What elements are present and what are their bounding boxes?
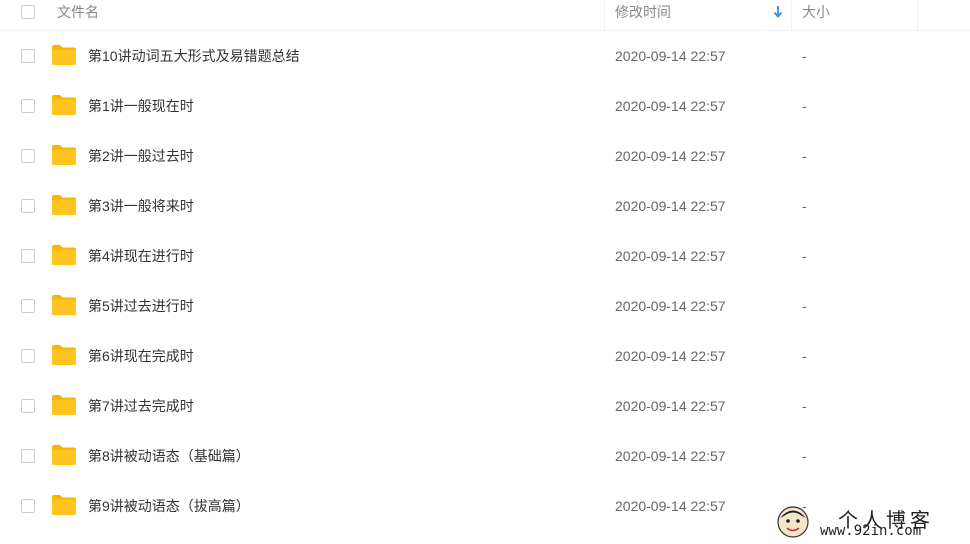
file-modified-time: 2020-09-14 22:57 (615, 98, 726, 114)
column-header-size[interactable]: 大小 (802, 0, 830, 30)
file-modified-time: 2020-09-14 22:57 (615, 248, 726, 264)
file-size: - (802, 148, 807, 164)
column-header-name[interactable]: 文件名 (57, 0, 99, 30)
folder-icon (52, 245, 76, 265)
file-name[interactable]: 第9讲被动语态（拔高篇） (88, 481, 250, 531)
file-row[interactable]: 第10讲动词五大形式及易错题总结 2020-09-14 22:57 - (0, 31, 970, 81)
column-header-modified[interactable]: 修改时间 (615, 0, 671, 30)
file-row[interactable]: 第4讲现在进行时 2020-09-14 22:57 - (0, 231, 970, 281)
folder-icon (52, 195, 76, 215)
watermark-url: www.92in.com (820, 523, 922, 539)
file-row[interactable]: 第5讲过去进行时 2020-09-14 22:57 - (0, 281, 970, 331)
file-name[interactable]: 第7讲过去完成时 (88, 381, 194, 431)
file-row[interactable]: 第6讲现在完成时 2020-09-14 22:57 - (0, 331, 970, 381)
folder-icon (52, 145, 76, 165)
file-row[interactable]: 第7讲过去完成时 2020-09-14 22:57 - (0, 381, 970, 431)
file-row[interactable]: 第1讲一般现在时 2020-09-14 22:57 - (0, 81, 970, 131)
row-checkbox[interactable] (21, 449, 35, 463)
arrow-down-icon[interactable] (772, 4, 784, 20)
file-name[interactable]: 第10讲动词五大形式及易错题总结 (88, 31, 300, 81)
file-name[interactable]: 第3讲一般将来时 (88, 181, 194, 231)
file-name[interactable]: 第6讲现在完成时 (88, 331, 194, 381)
file-size: - (802, 398, 807, 414)
file-name[interactable]: 第2讲一般过去时 (88, 131, 194, 181)
file-modified-time: 2020-09-14 22:57 (615, 398, 726, 414)
file-size: - (802, 298, 807, 314)
folder-icon (52, 495, 76, 515)
row-checkbox[interactable] (21, 149, 35, 163)
select-all-checkbox[interactable] (21, 5, 35, 19)
folder-icon (52, 395, 76, 415)
file-modified-time: 2020-09-14 22:57 (615, 198, 726, 214)
row-checkbox[interactable] (21, 499, 35, 513)
row-checkbox[interactable] (21, 99, 35, 113)
folder-icon (52, 45, 76, 65)
file-row[interactable]: 第3讲一般将来时 2020-09-14 22:57 - (0, 181, 970, 231)
column-divider (604, 0, 605, 30)
row-checkbox[interactable] (21, 399, 35, 413)
file-modified-time: 2020-09-14 22:57 (615, 48, 726, 64)
file-name[interactable]: 第5讲过去进行时 (88, 281, 194, 331)
folder-icon (52, 295, 76, 315)
file-name[interactable]: 第4讲现在进行时 (88, 231, 194, 281)
file-modified-time: 2020-09-14 22:57 (615, 298, 726, 314)
file-list-view: 文件名 修改时间 大小 第10讲动词五大形式及易错题总结 2020-09-14 2… (0, 0, 970, 544)
folder-icon (52, 95, 76, 115)
file-list-header: 文件名 修改时间 大小 (0, 0, 970, 31)
column-divider (917, 0, 918, 30)
file-size: - (802, 198, 807, 214)
file-size: - (802, 348, 807, 364)
row-checkbox[interactable] (21, 249, 35, 263)
file-row[interactable]: 第2讲一般过去时 2020-09-14 22:57 - (0, 131, 970, 181)
file-name[interactable]: 第8讲被动语态（基础篇） (88, 431, 250, 481)
file-modified-time: 2020-09-14 22:57 (615, 348, 726, 364)
folder-icon (52, 445, 76, 465)
file-modified-time: 2020-09-14 22:57 (615, 448, 726, 464)
row-checkbox[interactable] (21, 299, 35, 313)
file-size: - (802, 48, 807, 64)
column-divider (791, 0, 792, 30)
blog-logo-icon (777, 506, 809, 538)
file-modified-time: 2020-09-14 22:57 (615, 148, 726, 164)
file-name[interactable]: 第1讲一般现在时 (88, 81, 194, 131)
file-row[interactable]: 第8讲被动语态（基础篇） 2020-09-14 22:57 - (0, 431, 970, 481)
row-checkbox[interactable] (21, 49, 35, 63)
file-size: - (802, 448, 807, 464)
folder-icon (52, 345, 76, 365)
row-checkbox[interactable] (21, 199, 35, 213)
file-size: - (802, 98, 807, 114)
file-size: - (802, 248, 807, 264)
row-checkbox[interactable] (21, 349, 35, 363)
file-modified-time: 2020-09-14 22:57 (615, 498, 726, 514)
